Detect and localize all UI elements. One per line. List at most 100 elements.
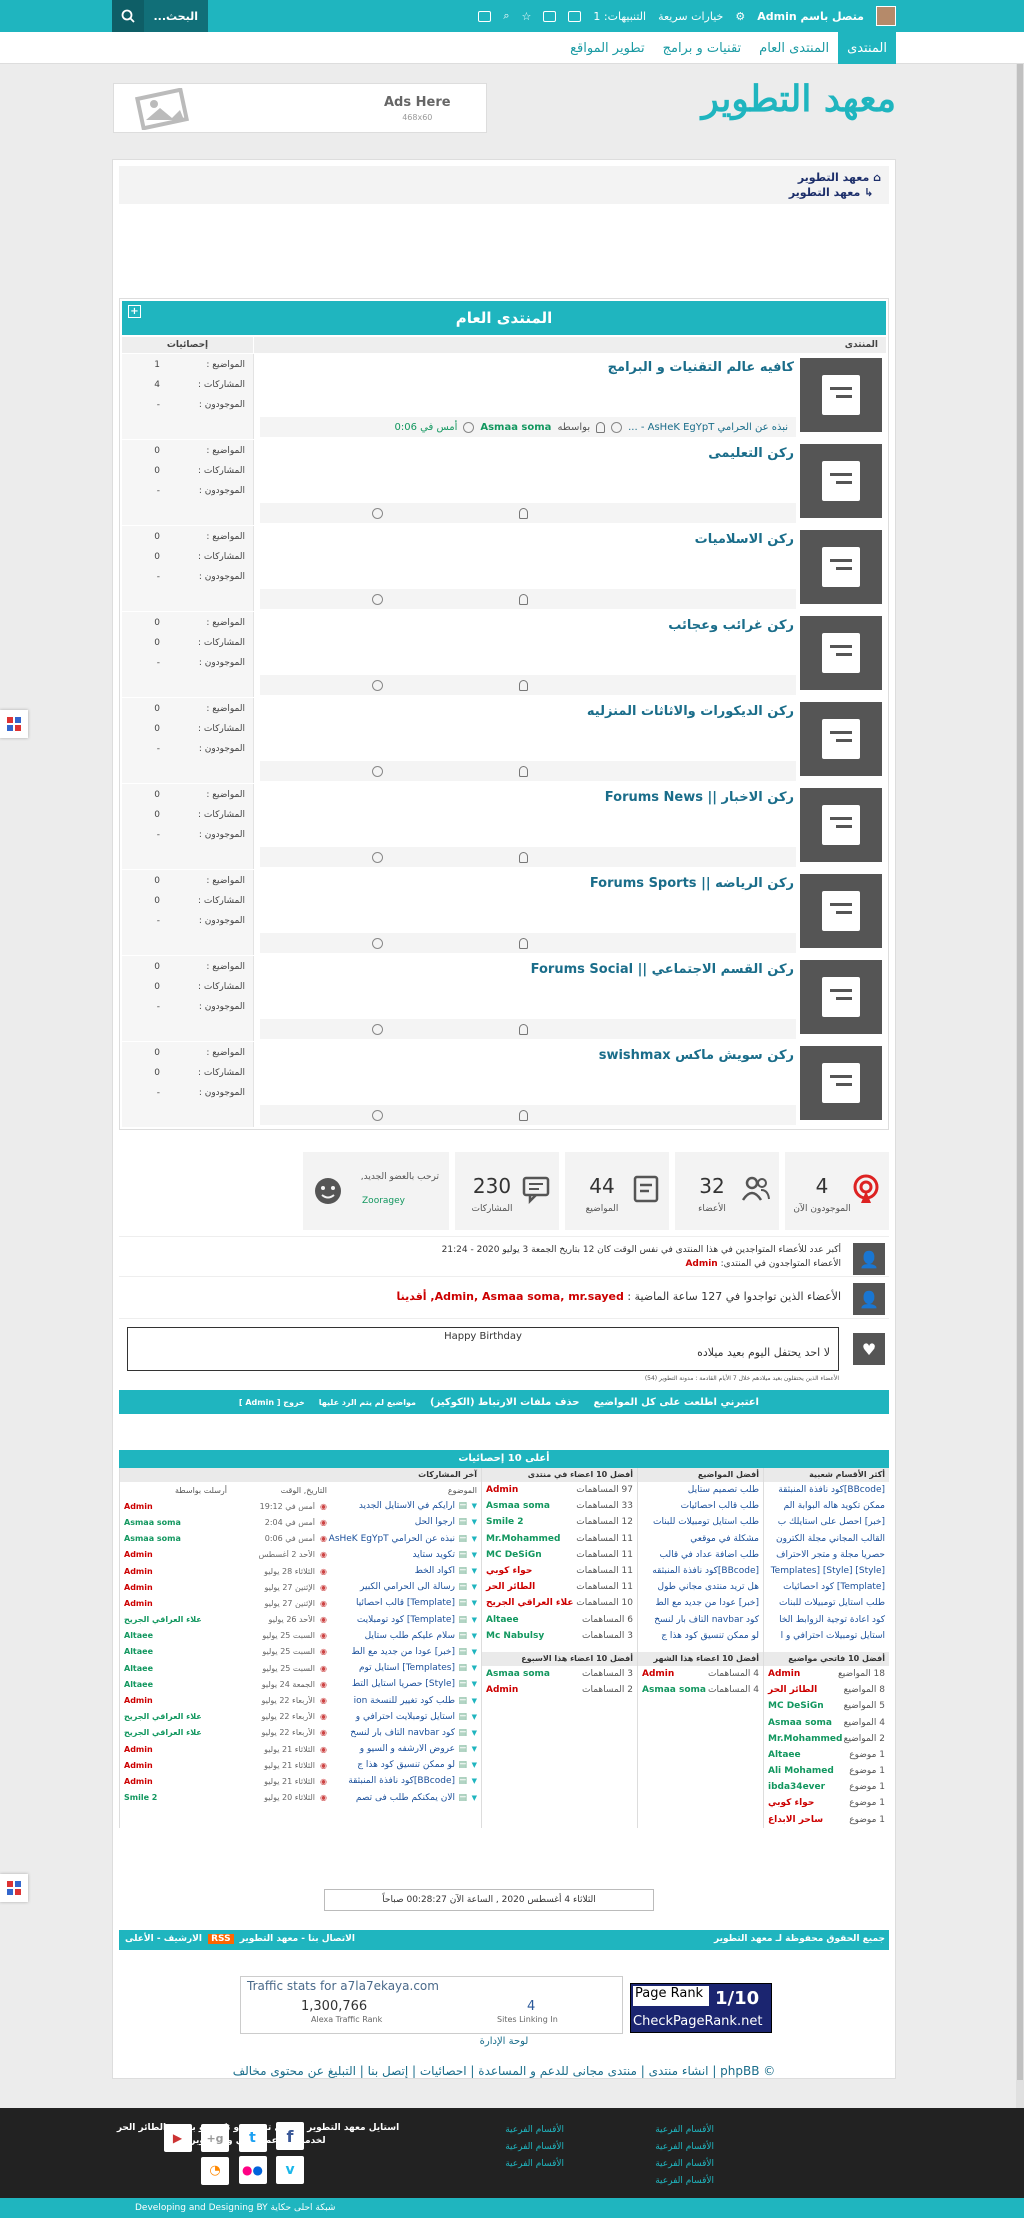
recent-topic-link[interactable]: [Template] كود تومبلايت xyxy=(327,1615,455,1625)
twitter-icon[interactable]: t xyxy=(238,2123,267,2152)
rss-icon[interactable]: ◔ xyxy=(201,2156,229,2185)
ad-banner[interactable]: Ads Here 468x60 xyxy=(113,83,487,133)
footer-links[interactable]: © phpBB | انشاء منتدى | منتدى مجانى للدع… xyxy=(113,2064,895,2078)
recent-topic-link[interactable]: الان يمكنكم طلب فى تصم xyxy=(327,1793,455,1803)
recent-author-link[interactable]: Altaee xyxy=(120,1647,227,1656)
week-member-link[interactable]: Admin xyxy=(482,1685,563,1695)
goto-post-icon[interactable]: ◉ xyxy=(315,1583,327,1592)
breadcrumb-home[interactable]: معهد التطوير xyxy=(798,171,869,184)
forum-title-link[interactable]: ركن الرياضه || Forums Sports xyxy=(590,876,794,891)
forum-title-link[interactable]: ركن التعليمى xyxy=(708,446,794,461)
arrow-icon[interactable]: ▼ xyxy=(467,1632,477,1640)
vimeo-icon[interactable]: v xyxy=(276,2156,304,2184)
arrow-icon[interactable]: ▼ xyxy=(467,1502,477,1510)
flickr-icon[interactable]: ● ● xyxy=(238,2156,267,2184)
recent-topic-link[interactable]: [Templates] استايل توم xyxy=(327,1663,455,1673)
arrow-icon[interactable]: ▼ xyxy=(467,1761,477,1769)
forum-icon[interactable] xyxy=(800,358,882,432)
recent-author-link[interactable]: Admin xyxy=(120,1502,227,1511)
breadcrumb-current[interactable]: معهد التطوير xyxy=(789,186,860,199)
goto-post-icon[interactable]: ◉ xyxy=(315,1631,327,1640)
search-icon[interactable] xyxy=(112,0,144,32)
pagerank-badge[interactable]: Page Rank 1/10 CheckPageRank.net xyxy=(630,1983,772,2033)
forum-title-link[interactable]: ركن الاسلاميات xyxy=(695,532,794,547)
quick-options[interactable]: خيارات سريعة xyxy=(658,10,723,23)
starter-member-link[interactable]: Asmaa soma xyxy=(764,1718,832,1728)
forum-icon[interactable] xyxy=(800,530,882,604)
forum-icon[interactable] xyxy=(800,616,882,690)
arrow-icon[interactable]: ▼ xyxy=(467,1729,477,1737)
starter-member-link[interactable]: الطائر الحر xyxy=(764,1685,817,1695)
starter-member-link[interactable]: Altaee xyxy=(764,1750,815,1760)
recent-topic-link[interactable]: استايل تومبلايت احترافي و xyxy=(327,1712,455,1722)
recent-author-link[interactable]: علاء العراقي الجريح xyxy=(120,1728,227,1737)
recent-author-link[interactable]: علاء العراقي الجريح xyxy=(120,1615,227,1624)
forum-title-link[interactable]: كافيه عالم التقنيات و البرامج xyxy=(608,360,794,375)
star-icon[interactable]: ☆ xyxy=(522,10,532,23)
nav-item-general[interactable]: المنتدى العام xyxy=(750,32,838,64)
starter-member-link[interactable]: Ali Mohamed xyxy=(764,1766,834,1776)
user-status[interactable]: متصل باسم Admin xyxy=(757,10,864,23)
recent-topic-link[interactable]: لو ممكن تنسيق كود هذا ج xyxy=(327,1760,455,1770)
goto-post-icon[interactable]: ◉ xyxy=(315,1680,327,1689)
goto-post-icon[interactable]: ◉ xyxy=(315,1502,327,1511)
top-poster-link[interactable]: علاء العراقي الجريح xyxy=(482,1598,574,1608)
top-poster-link[interactable]: Mr.Mohammed xyxy=(482,1534,563,1544)
arrow-icon[interactable]: ▼ xyxy=(467,1535,477,1543)
recent-topic-link[interactable]: [Style] حصريا استايل التط xyxy=(327,1679,455,1689)
starter-member-link[interactable]: Mr.Mohammed xyxy=(764,1734,842,1744)
google-plus-icon[interactable]: g+ xyxy=(201,2124,229,2152)
rss-link[interactable]: RSS xyxy=(208,1934,234,1944)
recent-author-link[interactable]: علاء العراقي الجريح xyxy=(120,1712,227,1721)
goto-post-icon[interactable]: ◉ xyxy=(315,1550,327,1559)
site-logo[interactable]: معهد التطوير xyxy=(701,78,896,120)
recent-topic-link[interactable]: [خبر] عودا من جديد مع الط xyxy=(327,1647,455,1657)
arrow-icon[interactable]: ▼ xyxy=(467,1745,477,1753)
goto-post-icon[interactable]: ◉ xyxy=(315,1712,327,1721)
recent-author-link[interactable]: Asmaa soma xyxy=(120,1534,227,1543)
forum-icon[interactable] xyxy=(800,874,882,948)
arrow-icon[interactable]: ▼ xyxy=(467,1567,477,1575)
starter-member-link[interactable]: MC DeSiGn xyxy=(764,1701,824,1711)
admin-panel-link[interactable]: لوحة الإدارة xyxy=(113,2036,895,2047)
nav-item-webdev[interactable]: تطوير المواقع xyxy=(561,32,653,64)
goto-post-icon[interactable]: ◉ xyxy=(315,1664,327,1673)
arrow-icon[interactable]: ▼ xyxy=(467,1777,477,1785)
side-grid-icon-2[interactable] xyxy=(0,1874,28,1902)
footer-cat-link[interactable]: الأقسام الفرعية xyxy=(444,2122,564,2139)
arrow-icon[interactable]: ▼ xyxy=(467,1664,477,1672)
popular-topic-link[interactable]: حصريا مجلة و متجر الاحتراف xyxy=(764,1547,889,1563)
arrow-icon[interactable]: ▼ xyxy=(467,1713,477,1721)
delete-cookies-link[interactable]: حذف ملفات الارتباط (الكوكيز) xyxy=(430,1397,579,1408)
arrow-icon[interactable]: ▼ xyxy=(467,1680,477,1688)
top-poster-link[interactable]: Altaee xyxy=(482,1615,563,1625)
arrow-icon[interactable]: ▼ xyxy=(467,1551,477,1559)
edit-icon[interactable] xyxy=(478,10,492,22)
footer-cat-link[interactable]: الأقسام الفرعية xyxy=(594,2122,714,2139)
forum-title-link[interactable]: ركن غرائب وعجائب xyxy=(668,618,794,633)
starter-member-link[interactable]: حواء كوبي xyxy=(764,1798,815,1808)
last-post-title[interactable]: نبذه عن الحرامي AsHeK EgYpT - ... xyxy=(628,422,788,433)
home-icon[interactable]: ⌂ xyxy=(873,171,881,184)
collapse-toggle-icon[interactable]: + xyxy=(128,305,141,318)
recent-topic-link[interactable]: ارايكم في الاستايل الجديد xyxy=(327,1501,455,1511)
scrollbar[interactable] xyxy=(1016,0,1024,2218)
footer-cat-link[interactable]: الأقسام الفرعية xyxy=(594,2156,714,2173)
top-topic-link[interactable]: [BBcode]كود نافذة المنبثقه xyxy=(638,1563,763,1579)
popular-topic-link[interactable]: القالب المجاني مجلة الكترون xyxy=(764,1531,889,1547)
popular-topic-link[interactable]: استايل تومبيلات احترافي و ا xyxy=(764,1628,889,1644)
popular-topic-link[interactable]: [BBcode]كود نافذة المنبثقة xyxy=(764,1482,889,1498)
unanswered-link[interactable]: مواضيع لم يتم الرد عليها xyxy=(319,1398,416,1407)
top-topic-link[interactable]: كود navbar التاف بار لنسخ xyxy=(638,1612,763,1628)
goto-post-icon[interactable]: ◉ xyxy=(315,1518,327,1527)
recent-topic-link[interactable]: رسالة الى الحرامي الكبير xyxy=(327,1582,455,1592)
goto-post-icon[interactable]: ◉ xyxy=(315,1567,327,1576)
forum-title-link[interactable]: ركن سويش ماكس swishmax xyxy=(599,1048,794,1063)
arrow-icon[interactable]: ▼ xyxy=(467,1599,477,1607)
top-topic-link[interactable]: هل تريد منتدى مجاني طول xyxy=(638,1579,763,1595)
recent-author-link[interactable]: Admin xyxy=(120,1583,227,1592)
search-small-icon[interactable]: ⌕ xyxy=(503,9,509,23)
footer-cat-link[interactable]: الأقسام الفرعية xyxy=(444,2139,564,2156)
recent-author-link[interactable]: Admin xyxy=(120,1696,227,1705)
chat-icon[interactable] xyxy=(543,10,557,22)
